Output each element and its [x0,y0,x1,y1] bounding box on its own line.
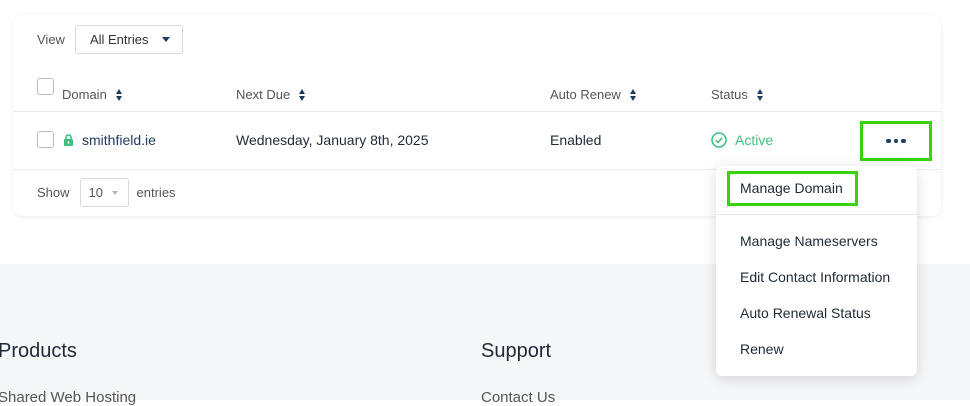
page-size-control: Show 10 entries [37,178,176,207]
next-due-cell: Wednesday, January 8th, 2025 [236,132,429,148]
menu-item-renew[interactable]: Renew [740,341,784,357]
chevron-down-icon [112,190,118,195]
sort-icon [756,88,764,101]
show-label: Show [37,185,70,200]
menu-item-edit-contact-information[interactable]: Edit Contact Information [740,269,890,285]
view-select-value: All Entries [89,32,149,47]
more-dots-icon [886,138,906,144]
menu-item-manage-nameservers[interactable]: Manage Nameservers [740,233,878,249]
menu-item-auto-renewal-status[interactable]: Auto Renewal Status [740,305,871,321]
column-header-label: Domain [62,87,107,102]
view-filter: View All Entries [37,25,184,54]
sort-icon [629,88,637,101]
menu-divider [716,214,917,215]
footer-products-title: Products [0,340,77,362]
column-header-auto-renew[interactable]: Auto Renew [550,87,637,102]
column-header-next-due[interactable]: Next Due [236,87,306,102]
domain-link[interactable]: smithfield.ie [82,132,156,148]
domain-cell: smithfield.ie [63,132,156,148]
entries-label: entries [136,185,176,200]
actions-dropdown-menu: Manage Domain Manage Nameservers Edit Co… [716,166,917,376]
column-header-label: Auto Renew [550,87,621,102]
view-label: View [37,32,65,47]
page-size-select[interactable]: 10 [79,178,129,207]
row-checkbox[interactable] [37,131,54,148]
select-all-checkbox[interactable] [37,78,54,95]
sort-icon [299,88,306,101]
status-label: Active [735,132,774,148]
column-header-domain[interactable]: Domain [62,87,123,102]
footer-link-shared-web-hosting[interactable]: Shared Web Hosting [0,389,136,406]
footer-support-title: Support [481,340,552,362]
more-actions-button[interactable] [860,121,932,161]
column-header-status[interactable]: Status [711,87,764,102]
column-header-label: Status [711,87,748,102]
auto-renew-cell: Enabled [550,132,602,148]
status-badge: Active [711,132,773,148]
column-header-label: Next Due [236,87,291,102]
page-size-value: 10 [88,185,103,200]
menu-item-manage-domain[interactable]: Manage Domain [740,180,843,196]
sort-icon [115,88,123,101]
footer-link-contact-us[interactable]: Contact Us [481,389,555,406]
header-divider [13,111,941,112]
lock-icon [63,133,74,146]
view-select[interactable]: All Entries [74,25,184,54]
check-circle-icon [711,132,727,148]
chevron-down-icon [162,37,171,42]
